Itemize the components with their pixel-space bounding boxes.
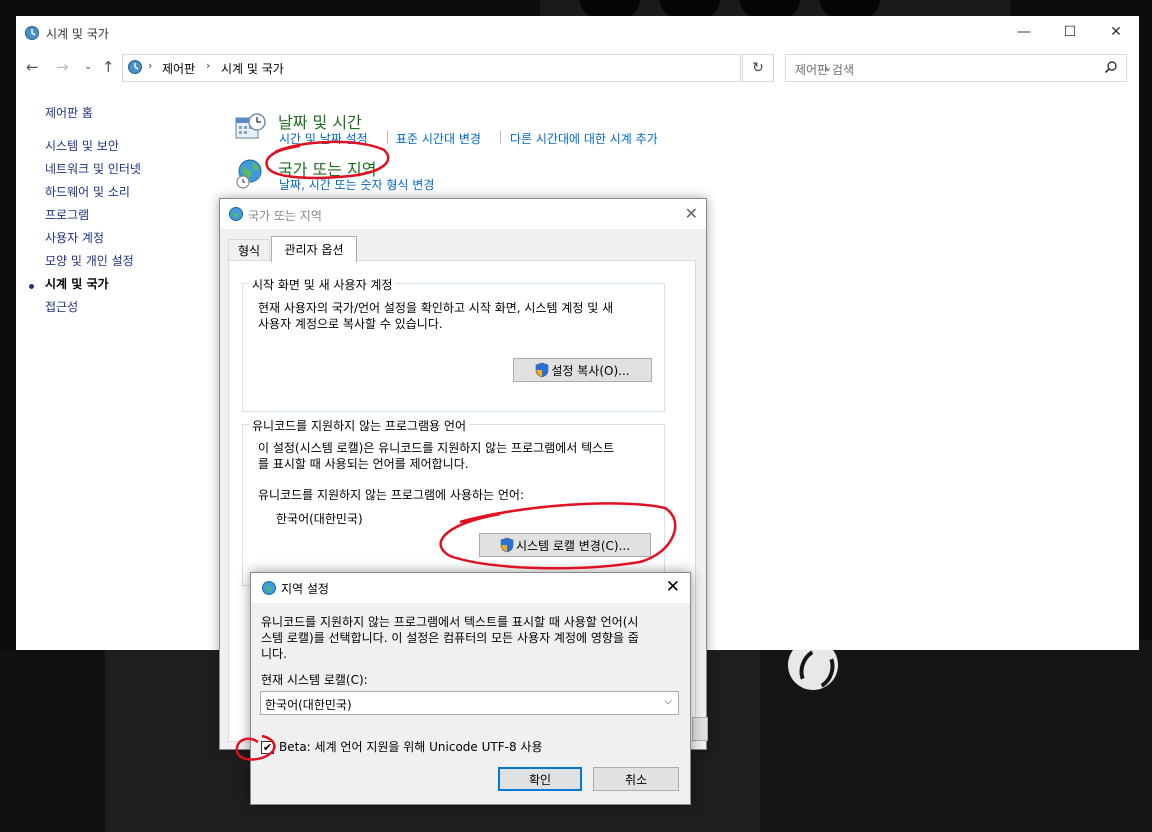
ok-button[interactable]: 확인 — [498, 767, 582, 791]
search-placeholder: 제어판 검색 — [795, 63, 855, 77]
welcome-text-line2: 사용자 계정으로 복사할 수 있습니다. — [258, 317, 443, 331]
set-time-date-link[interactable]: 시간 및 날짜 설정 — [279, 130, 368, 147]
copy-settings-button[interactable]: 설정 복사(O)... — [513, 358, 652, 382]
add-clocks-link[interactable]: 다른 시간대에 대한 시계 추가 — [510, 130, 658, 147]
tab-formats[interactable]: 형식 — [228, 239, 270, 260]
clock-globe-icon — [128, 60, 142, 74]
globe-icon — [262, 581, 276, 595]
breadcrumb-control-panel[interactable]: 제어판 — [162, 60, 195, 77]
utf8-beta-label[interactable]: Beta: 세계 언어 지원을 위해 Unicode UTF-8 사용 — [279, 739, 543, 755]
link-separator — [387, 131, 388, 144]
region-dialog-apply-button[interactable] — [692, 717, 708, 741]
link-separator — [500, 131, 501, 144]
globe-clock-icon — [236, 159, 262, 189]
chevron-down-icon: ⌵ — [664, 696, 672, 707]
system-locale-value: 한국어(대한민국) — [265, 698, 352, 712]
locale-desc-line3: 니다. — [261, 647, 287, 661]
sidebar-item-user-accounts[interactable]: 사용자 계정 — [45, 229, 104, 246]
uac-shield-icon — [536, 362, 549, 378]
region-settings-title: 지역 설정 — [281, 582, 329, 596]
change-system-locale-label: 시스템 로캘 변경(C)... — [515, 538, 631, 553]
active-bullet-icon — [29, 284, 34, 289]
unicode-language-label: 유니코드를 지원하지 않는 프로그램에 사용하는 언어: — [258, 488, 524, 502]
current-language-value: 한국어(대한민국) — [276, 512, 363, 526]
close-button[interactable]: ✕ — [1093, 16, 1139, 48]
sidebar-home-link[interactable]: 제어판 홈 — [45, 104, 93, 121]
current-locale-label: 현재 시스템 로캘(C): — [261, 673, 368, 687]
unicode-text-line1: 이 설정(시스템 로캘)은 유니코드를 지원하지 않는 프로그램에서 텍스트 — [258, 441, 615, 455]
up-arrow-icon[interactable]: ↑ — [102, 58, 115, 76]
address-row: ← → ⌄ ↑ › 제어판 › 시계 및 국가 ⌄ ↻ 제어판 검색 — [16, 52, 1139, 84]
calendar-clock-icon — [235, 113, 266, 139]
search-icon[interactable] — [1104, 60, 1118, 74]
refresh-button[interactable]: ↻ — [742, 54, 774, 82]
refresh-icon: ↻ — [752, 60, 764, 76]
sidebar-item-programs[interactable]: 프로그램 — [45, 206, 89, 223]
maximize-button[interactable]: ☐ — [1047, 16, 1093, 48]
welcome-text-line1: 현재 사용자의 국가/언어 설정을 확인하고 시작 화면, 시스템 계정 및 새 — [258, 301, 614, 315]
breadcrumb-clock-region[interactable]: 시계 및 국가 — [221, 60, 284, 77]
utf8-beta-checkbox[interactable]: ✔ — [261, 741, 274, 754]
sidebar-item-appearance[interactable]: 모양 및 개인 설정 — [45, 252, 134, 269]
locale-desc-line2: 스템 로캘)를 선택합니다. 이 설정은 컴퓨터의 모든 사용자 계정에 영향을… — [261, 631, 639, 645]
minimize-button[interactable]: — — [1001, 16, 1047, 48]
region-dialog-titlebar: 국가 또는 지역 ✕ — [220, 199, 706, 229]
clock-globe-icon — [25, 26, 39, 40]
unicode-text-line2: 를 표시할 때 사용되는 언어를 제어합니다. — [258, 457, 469, 471]
region-settings-dialog: 지역 설정 ✕ 유니코드를 지원하지 않는 프로그램에서 텍스트를 표시할 때 … — [250, 572, 691, 805]
system-locale-select[interactable]: 한국어(대한민국) ⌵ — [260, 691, 679, 715]
close-icon[interactable]: ✕ — [685, 204, 698, 223]
locale-desc-line1: 유니코드를 지원하지 않는 프로그램에서 텍스트를 표시할 때 사용할 언어(시 — [261, 615, 639, 629]
search-input[interactable]: 제어판 검색 — [785, 54, 1127, 82]
cancel-button[interactable]: 취소 — [593, 767, 679, 791]
recent-chevron-down-icon[interactable]: ⌄ — [84, 61, 92, 72]
welcome-group-title: 시작 화면 및 새 사용자 계정 — [249, 276, 396, 293]
unicode-group-title: 유니코드를 지원하지 않는 프로그램용 언어 — [249, 417, 469, 434]
address-bar[interactable]: › 제어판 › 시계 및 국가 ⌄ — [122, 54, 832, 82]
uac-shield-icon — [500, 537, 514, 553]
sidebar-item-system-security[interactable]: 시스템 및 보안 — [45, 137, 119, 154]
forward-arrow-icon[interactable]: → — [56, 58, 69, 76]
sidebar-item-network[interactable]: 네트워크 및 인터넷 — [45, 160, 141, 177]
change-system-locale-button[interactable]: 시스템 로캘 변경(C)... — [479, 533, 651, 557]
unicode-group: 유니코드를 지원하지 않는 프로그램용 언어 이 설정(시스템 로캘)은 유니코… — [242, 417, 665, 586]
region-dialog-title: 국가 또는 지역 — [248, 209, 322, 223]
tab-administrative[interactable]: 관리자 옵션 — [271, 236, 357, 262]
checkmark-icon: ✔ — [262, 741, 273, 754]
welcome-group: 시작 화면 및 새 사용자 계정 현재 사용자의 국가/언어 설정을 확인하고 … — [242, 276, 665, 412]
sidebar-item-clock-region[interactable]: 시계 및 국가 — [45, 275, 109, 292]
breadcrumb-separator-icon: › — [206, 59, 211, 72]
sidebar-item-hardware-sound[interactable]: 하드웨어 및 소리 — [45, 183, 130, 200]
title-bar: 시계 및 국가 — ☐ ✕ — [16, 16, 1139, 48]
sidebar-item-accessibility[interactable]: 접근성 — [45, 298, 78, 315]
window-title: 시계 및 국가 — [46, 27, 109, 41]
change-formats-link[interactable]: 날짜, 시간 또는 숫자 형식 변경 — [279, 176, 434, 193]
close-icon[interactable]: ✕ — [666, 577, 680, 597]
change-timezone-link[interactable]: 표준 시간대 변경 — [396, 130, 481, 147]
breadcrumb-separator-icon: › — [148, 59, 153, 72]
back-arrow-icon[interactable]: ← — [26, 58, 39, 76]
globe-icon — [229, 207, 243, 221]
copy-settings-label: 설정 복사(O)... — [551, 363, 630, 378]
region-settings-titlebar: 지역 설정 ✕ — [251, 573, 690, 603]
